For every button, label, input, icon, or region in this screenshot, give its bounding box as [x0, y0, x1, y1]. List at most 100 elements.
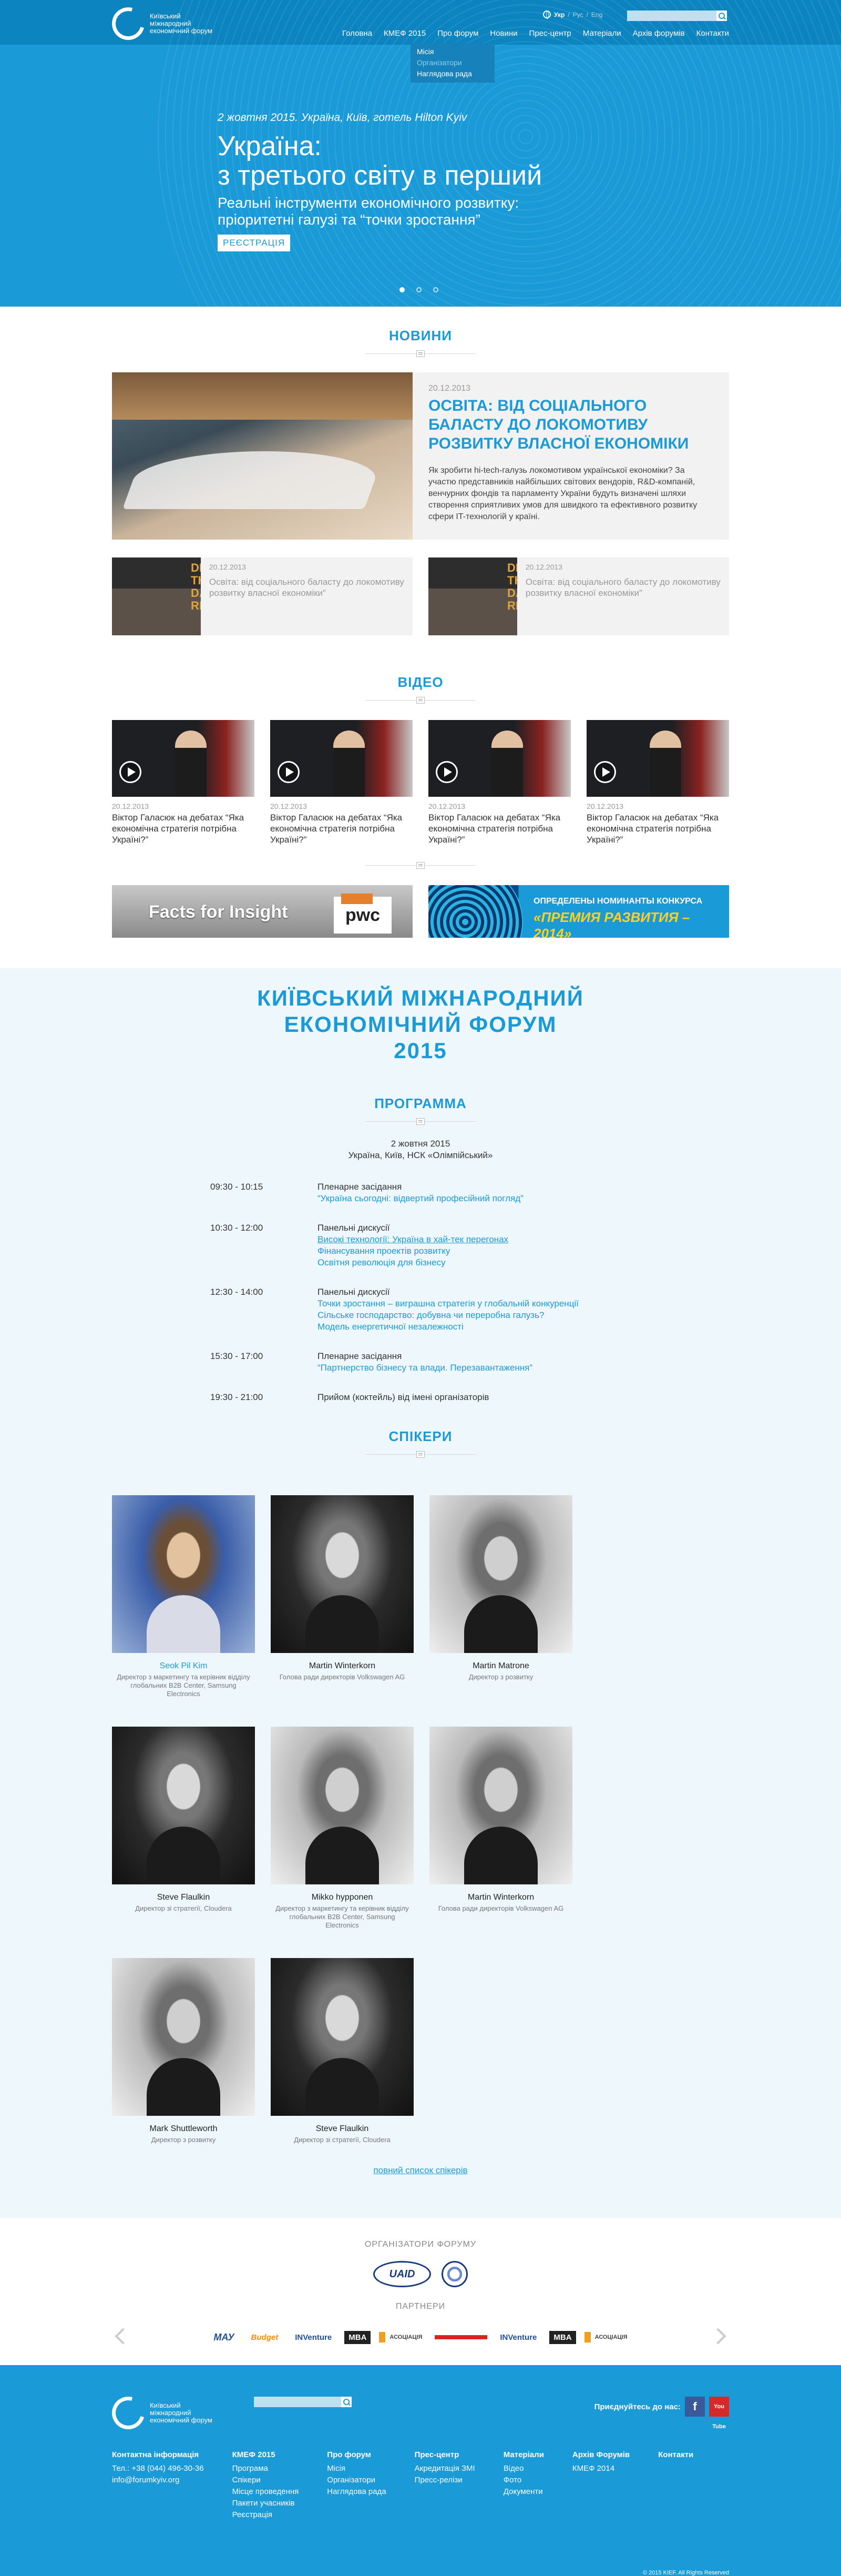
news-thumbnail[interactable]: DRIVING THE DATA RE [112, 557, 201, 635]
slider-dot-2[interactable] [416, 287, 422, 292]
program-link[interactable]: Сільське господарство: добувна чи переро… [317, 1310, 579, 1321]
submenu-mission[interactable]: Місія [417, 46, 488, 57]
program-link[interactable]: Модель енергетичної незалежності [317, 1321, 579, 1333]
speaker-card[interactable]: Martin Matrone Директор з розвитку [429, 1495, 572, 1698]
site-logo[interactable]: Київський міжнародний економічний форум [106, 1, 223, 46]
pwc-banner[interactable]: Facts for Insight pwc [112, 885, 413, 938]
partner-logo[interactable]: Budget [247, 2331, 283, 2344]
facebook-icon[interactable]: f [685, 2397, 705, 2417]
nav-news[interactable]: Новини [484, 28, 523, 39]
speaker-name[interactable]: Steve Flaulkin [271, 2124, 414, 2134]
speaker-name[interactable]: Seok Pil Kim [112, 1661, 255, 1671]
speaker-name[interactable]: Mark Shuttleworth [112, 2124, 255, 2134]
video-item[interactable]: 20.12.2013 Віктор Галасюк на дебатах “Як… [270, 720, 413, 845]
program-link[interactable]: Освітня революція для бізнесу [317, 1257, 508, 1269]
carousel-prev-icon[interactable] [115, 2328, 131, 2345]
speaker-photo[interactable] [271, 1958, 414, 2116]
video-item[interactable]: 20.12.2013 Віктор Галасюк на дебатах “Як… [428, 720, 571, 845]
news-title[interactable]: Освіта: від соціального баласту до локом… [526, 576, 721, 599]
award-banner[interactable]: ОПРЕДЕЛЕНЫ НОМИНАНТЫ КОНКУРСА «ПРЕМИЯ РА… [428, 885, 729, 938]
slider-dot-1[interactable] [399, 287, 405, 292]
organizer-seal-logo[interactable] [442, 2261, 468, 2287]
carousel-next-icon[interactable] [710, 2328, 726, 2345]
video-thumbnail[interactable] [112, 720, 254, 797]
search-icon[interactable] [341, 2397, 352, 2407]
featured-news[interactable]: 20.12.2013 ОСВІТА: ВІД СОЦІАЛЬНОГО БАЛАС… [112, 372, 729, 540]
video-item[interactable]: 20.12.2013 Віктор Галасюк на дебатах “Як… [587, 720, 729, 845]
speaker-photo[interactable] [271, 1495, 414, 1653]
news-title[interactable]: Освіта: від соціального баласту до локом… [209, 576, 404, 599]
lang-rus[interactable]: Рус [573, 11, 583, 18]
search-icon[interactable] [716, 11, 727, 21]
speaker-card[interactable]: Martin Winterkorn Голова ради директорів… [271, 1495, 414, 1698]
full-speakers-link[interactable]: повний список спікерів [373, 2165, 467, 2175]
partner-logo[interactable]: MBA [344, 2330, 371, 2344]
submenu-board[interactable]: Наглядова рада [417, 68, 488, 79]
program-link[interactable]: Високі технології: Україна в хай-тек пер… [317, 1234, 508, 1245]
speaker-name[interactable]: Martin Winterkorn [429, 1893, 572, 1902]
speaker-card[interactable]: Steve Flaulkin Директор зі стратегії, Cl… [271, 1958, 414, 2144]
news-item[interactable]: DRIVING THE DATA RE 20.12.2013 Освіта: в… [112, 557, 413, 635]
partner-logo[interactable]: АСОЦІАЦІЯ [584, 2332, 632, 2342]
speaker-photo[interactable] [112, 1495, 255, 1653]
nav-about[interactable]: Про форум [432, 28, 484, 39]
partner-logo[interactable]: INVenture [291, 2331, 336, 2344]
submenu-organizers[interactable]: Організатори [417, 57, 488, 68]
footer-search-input[interactable] [254, 2397, 341, 2407]
nav-contacts[interactable]: Контакти [691, 28, 729, 39]
partner-logo[interactable] [435, 2335, 488, 2339]
video-item[interactable]: 20.12.2013 Віктор Галасюк на дебатах “Як… [112, 720, 254, 845]
speaker-name[interactable]: Steve Flaulkin [112, 1893, 255, 1902]
speaker-photo[interactable] [429, 1727, 572, 1884]
lang-ukr[interactable]: Укр [554, 11, 565, 18]
lang-eng[interactable]: Eng [591, 11, 602, 18]
partner-logo[interactable]: МАУ [209, 2330, 238, 2345]
speaker-name[interactable]: Mikko hypponen [271, 1893, 414, 1902]
footer-logo[interactable]: Київський міжнародний економічний форум [106, 2390, 223, 2436]
play-icon[interactable] [436, 761, 458, 783]
video-thumbnail[interactable] [428, 720, 571, 797]
register-button[interactable]: РЕЄСТРАЦІЯ [218, 235, 291, 251]
youtube-icon[interactable]: You Tube [709, 2397, 729, 2430]
play-icon[interactable] [278, 761, 300, 783]
speaker-photo[interactable] [429, 1495, 572, 1653]
speaker-card[interactable]: Martin Winterkorn Голова ради директорів… [429, 1727, 572, 1930]
partner-logo[interactable]: MBA [549, 2330, 576, 2344]
video-title[interactable]: Віктор Галасюк на дебатах “Яка економічн… [587, 812, 729, 845]
nav-materials[interactable]: Матеріали [577, 28, 627, 39]
news-item[interactable]: DRIVING THE DATA RE 20.12.2013 Освіта: в… [428, 557, 729, 635]
speaker-card[interactable]: Steve Flaulkin Директор зі стратегії, Cl… [112, 1727, 255, 1930]
program-link[interactable]: Фінансування проектів розвитку [317, 1245, 508, 1257]
video-title[interactable]: Віктор Галасюк на дебатах “Яка економічн… [270, 812, 413, 845]
speaker-card[interactable]: Mark Shuttleworth Директор з розвитку [112, 1958, 255, 2144]
featured-news-photo[interactable] [112, 372, 413, 540]
nav-press[interactable]: Прес-центр [524, 28, 577, 39]
play-icon[interactable] [119, 761, 141, 783]
news-thumbnail[interactable]: DRIVING THE DATA RE [428, 557, 517, 635]
video-thumbnail[interactable] [587, 720, 729, 797]
video-thumbnail[interactable] [270, 720, 413, 797]
speaker-name[interactable]: Martin Winterkorn [271, 1661, 414, 1671]
partner-logo[interactable]: АСОЦІАЦІЯ [379, 2332, 426, 2342]
nav-home[interactable]: Головна [336, 28, 378, 39]
footer-email[interactable]: info@forumkyiv.org [112, 2474, 204, 2486]
featured-news-title[interactable]: ОСВІТА: ВІД СОЦІАЛЬНОГО БАЛАСТУ ДО ЛОКОМ… [428, 397, 713, 453]
speaker-card[interactable]: Seok Pil Kim Директор з маркетингу та ке… [112, 1495, 255, 1698]
program-link[interactable]: “Партнерство бізнесу та влади. Перезаван… [317, 1362, 532, 1374]
speaker-photo[interactable] [271, 1727, 414, 1884]
search-input[interactable] [627, 11, 716, 21]
nav-kief-2015[interactable]: КМЕФ 2015 [378, 28, 432, 39]
partner-logo[interactable]: INVenture [496, 2331, 541, 2344]
program-link[interactable]: Точки зростання – виграшна стратегія у г… [317, 1298, 579, 1310]
play-icon[interactable] [594, 761, 616, 783]
uaid-logo[interactable]: UAID [373, 2261, 431, 2287]
nav-archive[interactable]: Архів форумів [627, 28, 691, 39]
video-title[interactable]: Віктор Галасюк на дебатах “Яка економічн… [428, 812, 571, 845]
video-title[interactable]: Віктор Галасюк на дебатах “Яка економічн… [112, 812, 254, 845]
speaker-photo[interactable] [112, 1958, 255, 2116]
slider-dot-3[interactable] [433, 287, 438, 292]
program-link[interactable]: “Україна сьогодні: відвертий професійний… [317, 1193, 524, 1204]
speaker-card[interactable]: Mikko hypponen Директор з маркетингу та … [271, 1727, 414, 1930]
speaker-name[interactable]: Martin Matrone [429, 1661, 572, 1671]
speaker-photo[interactable] [112, 1727, 255, 1884]
